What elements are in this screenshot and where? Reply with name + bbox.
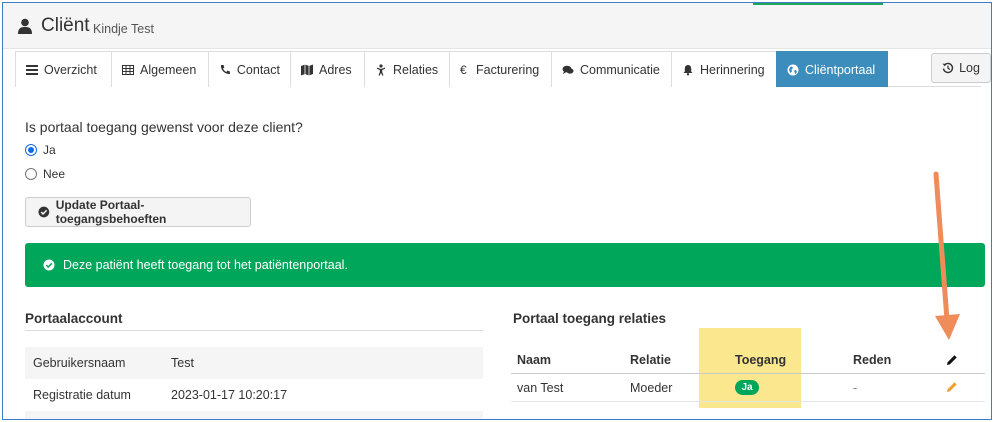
tab-facturering[interactable]: € Facturering	[449, 51, 551, 87]
access-badge: Ja	[735, 380, 759, 395]
account-registration-label: Registratie datum	[33, 388, 131, 402]
pencil-icon	[947, 355, 957, 365]
map-icon	[301, 64, 313, 75]
tab-overzicht[interactable]: Overzicht	[15, 51, 111, 87]
relations-header-divider	[511, 373, 985, 374]
comments-icon	[562, 65, 574, 74]
relation-row-relation: Moeder	[630, 381, 673, 395]
update-portal-button[interactable]: Update Portaal-toegangsbehoeften	[25, 197, 251, 227]
child-icon	[377, 63, 385, 75]
account-row-registration: Registratie datum 2023-01-17 10:20:17	[25, 379, 483, 411]
account-registration-value: 2023-01-17 10:20:17	[171, 388, 288, 402]
portal-access-question: Is portaal toegang gewenst voor deze cli…	[25, 119, 303, 135]
portal-account-title: Portaalaccount	[25, 311, 123, 326]
edit-pencil-icon[interactable]	[946, 381, 958, 393]
bell-icon	[683, 64, 693, 75]
tab-adres[interactable]: Adres	[290, 51, 364, 87]
globe-icon	[787, 64, 799, 75]
history-icon	[942, 62, 954, 74]
portal-relations-title: Portaal toegang relaties	[513, 311, 667, 326]
log-button[interactable]: Log	[931, 53, 991, 83]
radio-ja-label: Ja	[43, 143, 56, 157]
log-button-label: Log	[959, 61, 980, 75]
relations-header-reason: Reden	[853, 353, 892, 367]
annotation-arrow	[933, 171, 960, 340]
account-row-username: Gebruikersnaam Test	[25, 347, 483, 379]
tab-algemeen[interactable]: Algemeen	[111, 51, 208, 87]
relations-header-name: Naam	[517, 353, 552, 367]
tab-adres-label: Adres	[319, 62, 352, 77]
radio-option-ja[interactable]: Ja	[25, 143, 56, 157]
radio-nee-label: Nee	[43, 167, 66, 181]
page-subtitle: Kindje Test	[93, 22, 154, 36]
check-circle-icon	[43, 259, 55, 271]
relation-row-reason: -	[853, 381, 858, 395]
page-header: Cliënt Kindje Test	[3, 3, 991, 49]
tab-overzicht-label: Overzicht	[44, 62, 97, 77]
tab-clientportaal[interactable]: Cliëntportaal	[776, 51, 888, 87]
app-frame: Cliënt Kindje Test Overzicht Algemeen Co…	[2, 2, 992, 420]
account-username-value: Test	[171, 356, 194, 370]
user-icon	[18, 18, 32, 34]
portal-account-divider	[25, 330, 483, 331]
euro-icon: €	[460, 62, 467, 77]
table-icon	[122, 64, 134, 75]
account-row-partial	[25, 411, 483, 419]
tab-herinnering[interactable]: Herinnering	[671, 51, 776, 87]
radio-ja-checked[interactable]	[25, 144, 37, 156]
tab-herinnering-label: Herinnering	[700, 62, 765, 77]
tab-relaties-label: Relaties	[393, 62, 439, 77]
relations-header-relation: Relatie	[630, 353, 671, 367]
phone-icon	[220, 64, 230, 74]
header-accent-bar	[753, 3, 883, 5]
radio-nee[interactable]	[25, 168, 37, 180]
access-column-highlight	[699, 328, 801, 408]
tab-relaties[interactable]: Relaties	[364, 51, 449, 87]
tab-communicatie-label: Communicatie	[580, 62, 660, 77]
portal-access-alert: Deze patiënt heeft toegang tot het patië…	[25, 243, 985, 287]
update-portal-button-label: Update Portaal-toegangsbehoeften	[55, 198, 167, 226]
radio-option-nee[interactable]: Nee	[25, 167, 65, 181]
tab-contact-label: Contact	[236, 62, 280, 77]
check-circle-icon	[38, 206, 50, 218]
tab-algemeen-label: Algemeen	[140, 62, 197, 77]
tab-clientportaal-label: Cliëntportaal	[805, 62, 876, 77]
relation-row-name: van Test	[517, 381, 564, 395]
tab-communicatie[interactable]: Communicatie	[551, 51, 671, 87]
tab-facturering-label: Facturering	[476, 62, 540, 77]
list-icon	[26, 64, 38, 75]
portal-access-alert-text: Deze patiënt heeft toegang tot het patië…	[63, 258, 348, 272]
relations-row-divider	[511, 401, 985, 402]
page-title: Cliënt	[41, 15, 90, 36]
account-username-label: Gebruikersnaam	[33, 356, 126, 370]
tab-contact[interactable]: Contact	[208, 51, 290, 87]
relations-header-access: Toegang	[735, 353, 787, 367]
tab-bar: Overzicht Algemeen Contact Adres Relatie…	[15, 51, 991, 87]
